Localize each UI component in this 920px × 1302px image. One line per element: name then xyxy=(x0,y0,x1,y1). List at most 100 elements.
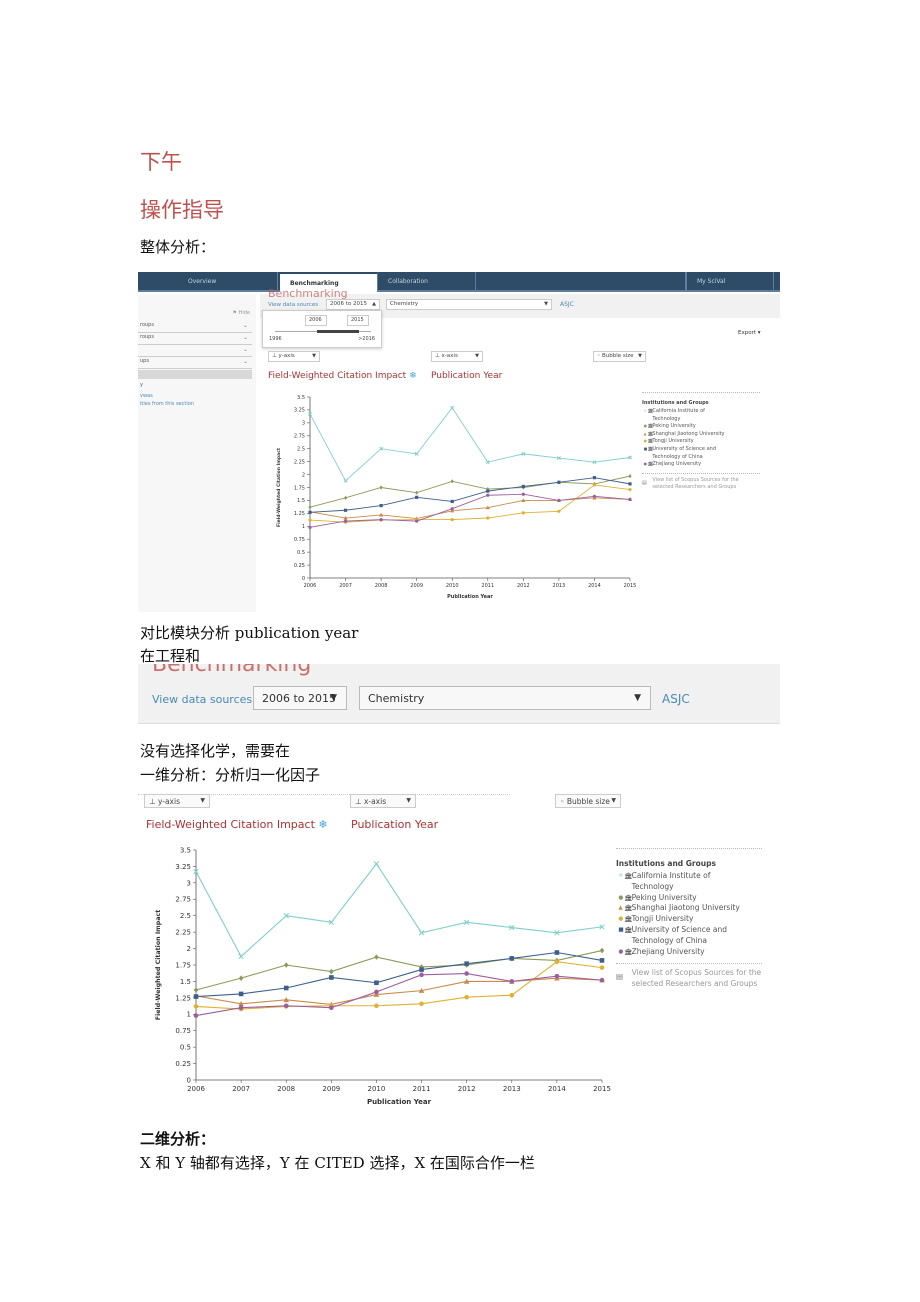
legend-item[interactable]: ● 🏛 Zhejiang University xyxy=(642,461,760,469)
view-data-sources-link[interactable]: View data sources xyxy=(152,693,252,706)
legend-marker: ▲ xyxy=(618,905,623,912)
x-metric-title[interactable]: Publication Year xyxy=(351,818,438,831)
legend-marker: ● xyxy=(618,916,624,923)
sidebar-link[interactable]: vwas xyxy=(140,393,153,399)
data-point xyxy=(415,495,419,499)
y-tick-label: 1.75 xyxy=(175,961,191,969)
institution-icon: 🏛 xyxy=(647,409,653,415)
legend-divider xyxy=(642,392,760,393)
hide-sidebar-button[interactable]: ⚑ Hide xyxy=(233,310,250,316)
x-axis-select[interactable]: ⊥ x-axis ▼ xyxy=(350,794,416,808)
data-point xyxy=(450,405,455,410)
data-point xyxy=(419,972,424,978)
x-tick-label: 2011 xyxy=(413,1085,431,1093)
x-tick-label: 2013 xyxy=(503,1085,521,1093)
y-tick-label: 0 xyxy=(302,576,305,582)
year-range-select[interactable]: 2006 to 2015 ▲ xyxy=(326,299,380,310)
x-axis-select[interactable]: ⊥ x-axis ▼ xyxy=(431,351,483,362)
x-metric-title[interactable]: Publication Year xyxy=(431,371,502,381)
axis-icon: ⊥ xyxy=(149,797,156,806)
data-point xyxy=(283,962,289,968)
end-year-field[interactable]: 2015 xyxy=(347,315,369,326)
year-range-select[interactable]: 2006 to 2015 ▼ xyxy=(253,686,347,710)
series-line xyxy=(195,950,603,991)
caret-down-icon: ▼ xyxy=(634,693,641,703)
section-overall-analysis: 整体分析： xyxy=(140,238,216,256)
y-metric-title[interactable]: Field-Weighted Citation Impact ❄ xyxy=(146,818,328,831)
legend-item[interactable]: ✕ 🏛 California Institute of Technology xyxy=(642,408,760,423)
tab-collaboration[interactable]: Collaboration xyxy=(378,272,476,292)
legend-label: California Institute of Technology xyxy=(652,408,705,422)
subject-select[interactable]: Chemistry ▼ xyxy=(386,299,552,310)
sidebar-label: y xyxy=(140,382,143,388)
legend-item[interactable]: ● 🏛 Zhejiang University xyxy=(616,947,762,958)
y-axis-select[interactable]: ⊥ y-axis ▼ xyxy=(144,794,210,808)
tab-overview[interactable]: Overview xyxy=(178,272,278,292)
legend-label: Peking University xyxy=(631,892,697,902)
legend-item[interactable]: ✕ 🏛 California Institute of Technology xyxy=(616,871,762,893)
fwci-line-chart-1: 0 0.25 0.5 0.75 1 1.25 1.5 1.75 2 2.25 2.5 2.75 3 3.2… xyxy=(276,395,636,600)
para-xy: X 和 Y 轴都有选择，Y 在 CITED 选择，X 在国际合作一栏 xyxy=(140,1154,535,1172)
legend-item[interactable]: ▲ 🏛 Shanghai Jiaotong University xyxy=(642,431,760,439)
legend-item[interactable]: ■ 🏛 University of Science and Technology of… xyxy=(642,446,760,461)
data-point xyxy=(374,1003,379,1009)
asjc-link[interactable]: ASJC xyxy=(560,301,574,308)
institution-icon: 🏛 xyxy=(647,447,653,453)
y-tick-label: 3 xyxy=(187,879,191,887)
y-axis-select[interactable]: ⊥ y-axis ▼ xyxy=(268,351,320,362)
x-tick-label: 2008 xyxy=(277,1085,295,1093)
y-metric-title[interactable]: Field-Weighted Citation Impact ❄ xyxy=(268,371,417,381)
legend-divider xyxy=(642,472,760,474)
sidebar-row[interactable]: roups ⌄ xyxy=(138,334,252,345)
x-tick-label: 2006 xyxy=(187,1085,205,1093)
heading-operation-guide: 操作指导 xyxy=(140,198,224,222)
legend-item[interactable]: ● 🏛 Peking University xyxy=(616,893,762,904)
y-tick-label: 3 xyxy=(302,421,305,427)
sidebar-link[interactable]: ities from this section xyxy=(140,401,194,407)
year-slider-range[interactable] xyxy=(317,330,359,333)
data-point xyxy=(238,991,244,997)
view-scopus-sources-link[interactable]: ▤ View list of Scopus Sources for the sele… xyxy=(616,968,762,990)
data-point xyxy=(599,977,605,983)
data-point xyxy=(308,518,312,522)
x-tick-label: 2009 xyxy=(322,1085,340,1093)
y-tick-label: 3.5 xyxy=(180,846,191,854)
legend-item[interactable]: ■ 🏛 University of Science and Technology of… xyxy=(616,925,762,947)
x-tick-label: 2009 xyxy=(410,583,423,589)
subject-select[interactable]: Chemistry ▼ xyxy=(359,686,651,710)
legend-item[interactable]: ▲ 🏛 Shanghai Jiaotong University xyxy=(616,903,762,914)
data-point xyxy=(283,985,289,991)
data-point xyxy=(193,994,199,999)
series-line xyxy=(195,951,603,998)
y-tick-label: 2 xyxy=(187,945,191,953)
x-tick-label: 2015 xyxy=(593,1085,611,1093)
legend-item[interactable]: ● 🏛 Tongji University xyxy=(642,438,760,446)
sidebar-row[interactable]: ups ⌄ xyxy=(138,358,252,369)
sidebar-row[interactable]: roups ⌄ xyxy=(138,322,252,333)
export-button[interactable]: Export ▾ xyxy=(738,330,761,336)
x-tick-label: 2010 xyxy=(446,583,459,589)
asjc-link[interactable]: ASJC xyxy=(662,692,690,706)
sidebar-row[interactable]: ⌄ xyxy=(138,346,252,357)
start-year-field[interactable]: 2006 xyxy=(305,315,327,326)
view-scopus-sources-link[interactable]: ▤ View list of Scopus Sources for the sele… xyxy=(642,477,760,492)
y-tick-label: 2.75 xyxy=(175,896,191,904)
y-tick-label: 2 xyxy=(302,472,305,478)
view-data-sources-link[interactable]: View data sources xyxy=(268,302,318,308)
y-tick-label: 0 xyxy=(187,1076,191,1084)
legend-item[interactable]: ● 🏛 Peking University xyxy=(642,423,760,431)
legend-marker: ✕ xyxy=(643,409,647,414)
data-point xyxy=(628,482,632,486)
legend-item[interactable]: ● 🏛 Tongji University xyxy=(616,914,762,925)
bubble-size-select[interactable]: ◦ Bubble size ▼ xyxy=(593,351,646,362)
data-point xyxy=(450,479,454,484)
para-engineering: 在工程和 xyxy=(140,647,201,665)
bubble-size-select[interactable]: ◦ Bubble size ▼ xyxy=(555,794,621,808)
series-2 xyxy=(307,495,633,521)
gate-icon: 🏛 xyxy=(624,915,633,924)
my-scival-link[interactable]: My SciVal xyxy=(686,272,774,292)
x-tick-label: 2014 xyxy=(548,1085,566,1093)
page-title: Benchmarking xyxy=(152,664,312,677)
axis-icon: ⊥ xyxy=(435,353,440,359)
tab-blank xyxy=(476,272,686,292)
